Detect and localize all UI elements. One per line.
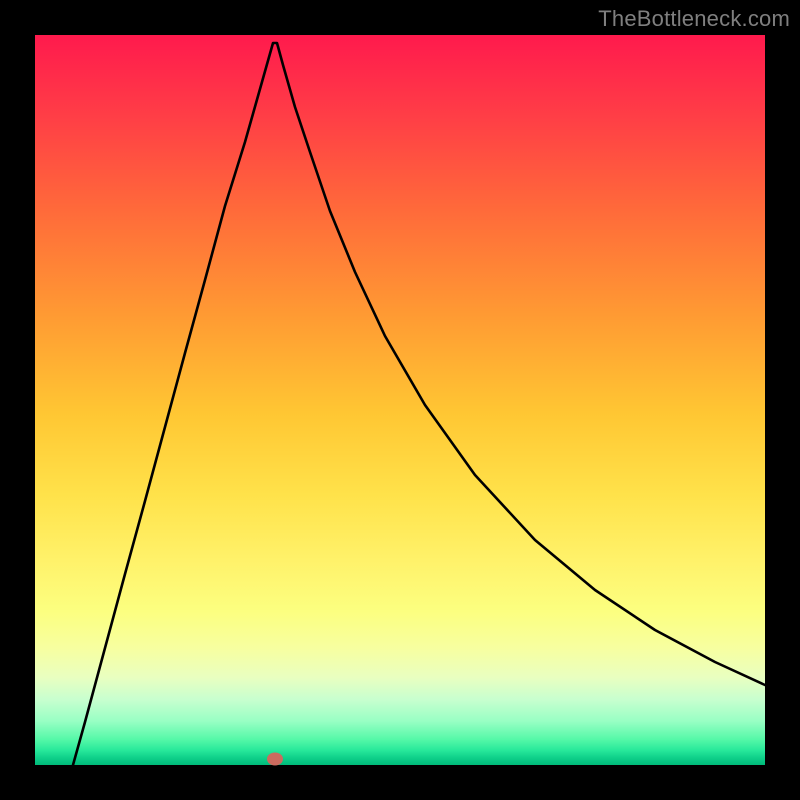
minimum-marker bbox=[267, 753, 283, 766]
outer-frame: TheBottleneck.com bbox=[0, 0, 800, 800]
plot-area bbox=[35, 35, 765, 765]
watermark-text: TheBottleneck.com bbox=[598, 6, 790, 32]
bottleneck-curve bbox=[35, 35, 765, 765]
